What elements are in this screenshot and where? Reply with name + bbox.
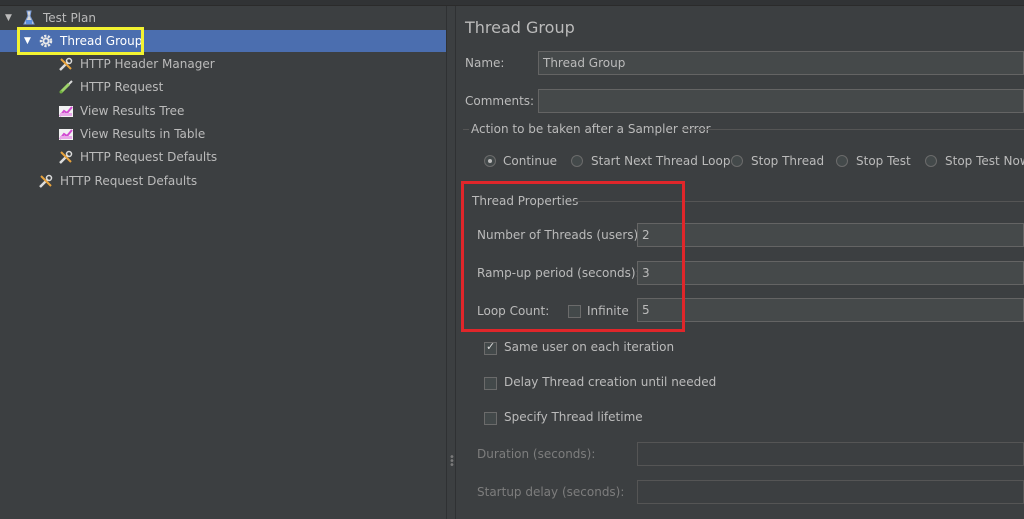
wrench-icon [38, 173, 54, 189]
tree-item-http-request[interactable]: HTTP Request [58, 76, 163, 98]
radio-label-stop-test: Stop Test [856, 154, 911, 168]
startup-delay-input[interactable] [637, 480, 1024, 504]
radio-stop-test[interactable] [836, 155, 848, 167]
loop-count-input[interactable]: 5 [637, 298, 1024, 322]
tree-item-label: View Results Tree [80, 104, 185, 118]
radio-stop-thread[interactable] [731, 155, 743, 167]
tree-item-label: HTTP Request Defaults [80, 150, 218, 164]
same-user-checkbox[interactable] [484, 340, 497, 355]
tree-item-label: View Results in Table [80, 127, 206, 141]
radio-stop-test-now[interactable] [925, 155, 937, 167]
page-title: Thread Group [465, 18, 575, 37]
duration-label: Duration (seconds): [477, 447, 596, 461]
highlight-box-yellow [17, 27, 144, 55]
tree-item-label: HTTP Request [80, 80, 164, 94]
delay-thread-checkbox[interactable] [484, 377, 497, 390]
name-label: Name: [465, 56, 505, 70]
test-plan-icon [21, 10, 37, 26]
splitter-grip-icon[interactable]: • • • [449, 453, 455, 471]
comments-input[interactable] [538, 89, 1024, 113]
name-input[interactable]: Thread Group [538, 51, 1024, 75]
tree-item-view-results-tree[interactable]: View Results Tree [58, 100, 184, 122]
radio-continue[interactable] [484, 155, 496, 167]
sampler-error-legend: Action to be taken after a Sampler error [471, 122, 711, 136]
radio-label-stop-test-now: Stop Test Now [945, 154, 1024, 168]
rampup-input[interactable]: 3 [637, 261, 1024, 285]
radio-label-start-next-thread-loop: Start Next Thread Loop [591, 154, 731, 168]
comments-label: Comments: [465, 94, 535, 108]
duration-input[interactable] [637, 442, 1024, 466]
delay-thread-label: Delay Thread creation until needed [504, 375, 717, 389]
wrench-icon [58, 149, 74, 165]
radio-label-continue: Continue [503, 154, 557, 168]
radio-start-next-thread-loop[interactable] [571, 155, 583, 167]
tree-item-http-header-manager[interactable]: HTTP Header Manager [58, 53, 215, 75]
tree-item-view-results-table[interactable]: View Results in Table [58, 123, 205, 145]
tree-item-label: HTTP Header Manager [80, 57, 215, 71]
radio-label-stop-thread: Stop Thread [751, 154, 825, 168]
tree-item-http-request-defaults-root[interactable]: HTTP Request Defaults [38, 170, 197, 192]
highlight-box-red [461, 181, 685, 332]
startup-delay-label: Startup delay (seconds): [477, 485, 625, 499]
pane-splitter[interactable] [446, 6, 456, 519]
group-border [682, 129, 1024, 130]
wrench-icon [58, 56, 74, 72]
thread-lifetime-checkbox[interactable] [484, 412, 497, 425]
tree-item-test-plan[interactable]: ▼ Test Plan [5, 7, 96, 29]
chart-icon [58, 103, 74, 119]
expand-arrow-icon[interactable]: ▼ [5, 13, 12, 23]
pipette-icon [58, 79, 74, 95]
thread-lifetime-label: Specify Thread lifetime [504, 410, 643, 424]
chart-icon [58, 126, 74, 142]
tree-item-label: Test Plan [43, 11, 96, 25]
tree-item-http-request-defaults[interactable]: HTTP Request Defaults [58, 146, 217, 168]
group-border [463, 129, 469, 130]
tree-item-label: HTTP Request Defaults [60, 174, 198, 188]
same-user-label: Same user on each iteration [504, 340, 675, 354]
threads-input[interactable]: 2 [637, 223, 1024, 247]
